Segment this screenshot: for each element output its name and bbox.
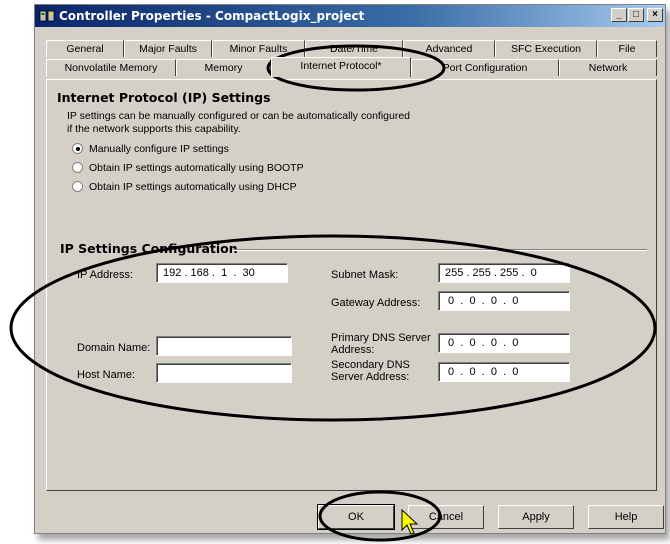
tab-minor-faults[interactable]: Minor Faults	[212, 40, 305, 57]
domain-name-label: Domain Name:	[77, 342, 151, 354]
secondary-dns-label-line2: Server Address:	[331, 371, 410, 383]
radio-selected-dot	[76, 147, 80, 151]
radio-dhcp-label[interactable]: Obtain IP settings automatically using D…	[89, 181, 297, 193]
tab-nonvolatile-memory[interactable]: Nonvolatile Memory	[46, 59, 176, 76]
radio-bootp[interactable]	[72, 162, 83, 173]
subnet-mask-label: Subnet Mask:	[331, 269, 399, 281]
tab-advanced[interactable]: Advanced	[403, 40, 495, 57]
tab-sfc-execution[interactable]: SFC Execution	[495, 40, 597, 57]
gateway-field[interactable]: 0 . 0 . 0 . 0	[438, 291, 570, 311]
ip-settings-heading: Internet Protocol (IP) Settings	[57, 90, 271, 105]
primary-dns-label-line1: Primary DNS Server	[331, 332, 431, 344]
ip-settings-description-line2: if the network supports this capability.	[67, 123, 241, 135]
radio-bootp-label[interactable]: Obtain IP settings automatically using B…	[89, 162, 304, 174]
tab-internet-protocol[interactable]: Internet Protocol*	[271, 57, 411, 77]
minimize-button[interactable]: _	[611, 8, 627, 22]
ip-config-heading: IP Settings Configuration	[60, 241, 238, 256]
secondary-dns-field[interactable]: 0 . 0 . 0 . 0	[438, 362, 570, 382]
primary-dns-label-line2: Address:	[331, 344, 375, 356]
tab-network[interactable]: Network	[559, 59, 657, 76]
secondary-dns-label-line1: Secondary DNS	[331, 359, 410, 371]
tab-memory[interactable]: Memory	[176, 59, 271, 76]
help-button[interactable]: Help	[588, 505, 664, 529]
maximize-button[interactable]: □	[628, 8, 644, 22]
domain-name-field[interactable]	[156, 336, 292, 356]
close-button[interactable]: ×	[647, 8, 663, 22]
tab-port-configuration[interactable]: Port Configuration	[411, 59, 559, 76]
gateway-label: Gateway Address:	[331, 297, 421, 309]
title-bar[interactable]: Controller Properties - CompactLogix_pro…	[35, 5, 665, 27]
primary-dns-field[interactable]: 0 . 0 . 0 . 0	[438, 333, 570, 353]
cancel-button[interactable]: Cancel	[408, 505, 484, 529]
ip-settings-description-line1: IP settings can be manually configured o…	[67, 110, 411, 122]
internet-protocol-panel: Internet Protocol (IP) Settings IP setti…	[46, 79, 657, 491]
apply-button[interactable]: Apply	[498, 505, 574, 529]
host-name-label: Host Name:	[77, 369, 136, 381]
tab-major-faults[interactable]: Major Faults	[124, 40, 212, 57]
controller-app-icon	[39, 10, 55, 22]
ip-address-field[interactable]: 192 . 168 . 1 . 30	[156, 263, 288, 283]
tab-file[interactable]: File	[597, 40, 657, 57]
section-divider	[233, 249, 647, 251]
ok-button[interactable]: OK	[317, 504, 395, 530]
subnet-mask-field[interactable]: 255 . 255 . 255 . 0	[438, 263, 570, 283]
tab-date-time[interactable]: Date/Time	[305, 40, 403, 57]
controller-properties-dialog: Controller Properties - CompactLogix_pro…	[34, 4, 666, 534]
tab-general[interactable]: General	[46, 40, 124, 57]
ip-address-label: IP Address:	[77, 269, 134, 281]
radio-manual[interactable]	[72, 143, 83, 154]
radio-dhcp[interactable]	[72, 181, 83, 192]
radio-manual-label[interactable]: Manually configure IP settings	[89, 143, 229, 155]
window-title: Controller Properties - CompactLogix_pro…	[59, 9, 365, 23]
host-name-field[interactable]	[156, 363, 292, 383]
